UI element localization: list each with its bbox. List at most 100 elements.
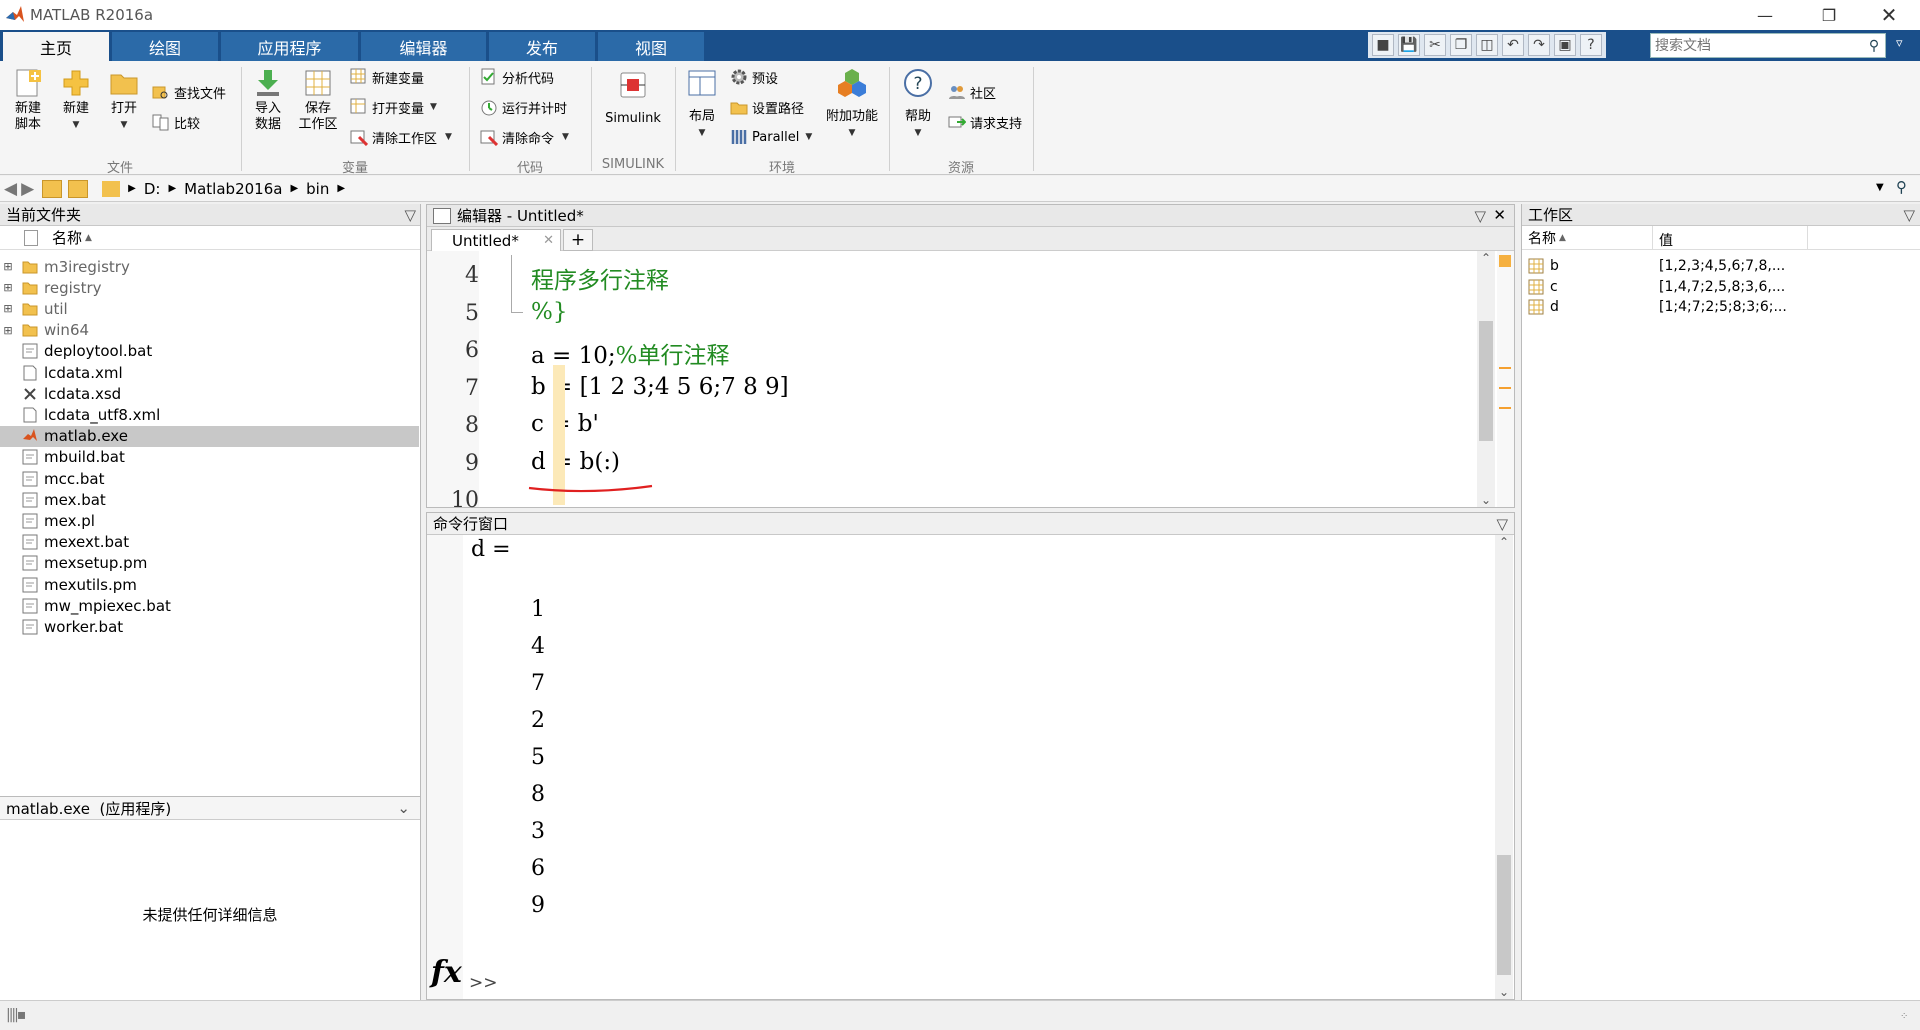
expand-plus-icon[interactable]: ⊞: [0, 281, 16, 294]
scroll-thumb[interactable]: [1479, 321, 1493, 441]
compare-button[interactable]: 比较: [152, 111, 200, 133]
file-list-item[interactable]: deploytool.bat: [0, 341, 419, 362]
scroll-down-icon[interactable]: ⌄: [1495, 985, 1513, 999]
new-button[interactable]: 新建 ▼: [56, 67, 96, 133]
scroll-thumb[interactable]: [1497, 855, 1511, 975]
path-drive[interactable]: D:: [144, 180, 161, 198]
chevron-down-icon[interactable]: ⌄: [397, 799, 410, 817]
close-editor-icon[interactable]: ✕: [1493, 206, 1506, 224]
restore-button[interactable]: ❐: [1806, 0, 1852, 30]
function-browser-icon[interactable]: fx: [431, 955, 462, 990]
save-icon[interactable]: 💾: [1398, 34, 1420, 56]
editor-tab-untitled[interactable]: Untitled* ✕: [431, 229, 561, 251]
file-list-item[interactable]: ⊞ m3iregistry: [0, 256, 419, 277]
dropdown-arrow-icon[interactable]: ▼: [445, 132, 452, 142]
clear-commands-button[interactable]: 清除命令 ▼: [480, 126, 569, 148]
request-support-button[interactable]: 请求支持: [948, 111, 1022, 133]
redo-icon[interactable]: ↷: [1528, 34, 1550, 56]
warning-mark[interactable]: [1499, 387, 1511, 389]
expand-plus-icon[interactable]: ⊞: [0, 260, 16, 273]
search-icon[interactable]: ⚲: [1863, 38, 1885, 54]
tab-editor[interactable]: 编辑器: [361, 32, 486, 61]
add-ons-button[interactable]: 附加功能 ▼: [820, 67, 884, 141]
switch-windows-icon[interactable]: ▣: [1554, 34, 1576, 56]
analyze-code-button[interactable]: 分析代码: [480, 66, 554, 88]
editor-scrollbar[interactable]: ⌃ ⌄: [1477, 251, 1495, 507]
layout-button[interactable]: 布局 ▼: [682, 67, 722, 141]
expand-icon[interactable]: ▿: [1896, 36, 1903, 51]
paste-icon[interactable]: ◫: [1476, 34, 1498, 56]
parallel-button[interactable]: Parallel ▼: [730, 126, 812, 148]
dropdown-arrow-icon[interactable]: ▼: [805, 132, 812, 142]
code-line[interactable]: 程序多行注释: [531, 261, 669, 295]
file-list-item[interactable]: ⊞ win64: [0, 320, 419, 341]
save-workspace-button[interactable]: 保存 工作区: [296, 67, 340, 133]
open-button[interactable]: 打开 ▼: [104, 67, 144, 133]
dropdown-arrow-icon[interactable]: ▼: [430, 102, 437, 112]
workspace-variable-row[interactable]: b [1,2,3;4,5,6;7,8,...: [1522, 256, 1920, 276]
tab-publish[interactable]: 发布: [489, 32, 595, 61]
panel-menu-icon[interactable]: ▽: [1474, 207, 1486, 225]
file-list-item[interactable]: matlab.exe: [0, 425, 419, 447]
browse-folder-icon[interactable]: [68, 179, 89, 198]
file-list-item[interactable]: mexext.bat: [0, 532, 419, 553]
file-list-item[interactable]: worker.bat: [0, 616, 419, 637]
file-list-item[interactable]: lcdata_utf8.xml: [0, 404, 419, 425]
code-line[interactable]: b = [1 2 3;4 5 6;7 8 9]: [531, 374, 789, 400]
file-list-item[interactable]: mbuild.bat: [0, 447, 419, 468]
search-path-icon[interactable]: ■: [1372, 34, 1394, 56]
copy-icon[interactable]: ❐: [1450, 34, 1472, 56]
up-folder-icon[interactable]: [42, 179, 63, 198]
new-tab-button[interactable]: +: [563, 229, 593, 251]
cut-icon[interactable]: ✂: [1424, 34, 1446, 56]
workspace-variable-row[interactable]: c [1,4,7;2,5,8;3,6,...: [1522, 277, 1920, 297]
file-list-item[interactable]: ⊞ registry: [0, 277, 419, 298]
column-name-header[interactable]: 名称: [52, 227, 82, 248]
workspace-variable-row[interactable]: d [1;4;7;2;5;8;3;6;...: [1522, 297, 1920, 317]
file-list-item[interactable]: mw_mpiexec.bat: [0, 595, 419, 616]
resize-grip-icon[interactable]: ⁘: [1900, 1011, 1908, 1022]
run-and-time-button[interactable]: 运行并计时: [480, 96, 567, 118]
scroll-down-icon[interactable]: ⌄: [1477, 493, 1495, 507]
new-script-button[interactable]: 新建 脚本: [8, 67, 48, 133]
address-search-icon[interactable]: ⚲: [1896, 178, 1907, 196]
warning-mark[interactable]: [1499, 407, 1511, 409]
code-line[interactable]: %}: [531, 299, 568, 325]
file-list-item[interactable]: ⊞ util: [0, 298, 419, 319]
new-variable-button[interactable]: 新建变量: [350, 66, 424, 88]
preferences-button[interactable]: 预设: [730, 66, 778, 88]
close-window-button[interactable]: ✕: [1866, 0, 1912, 30]
community-button[interactable]: 社区: [948, 81, 996, 103]
close-tab-icon[interactable]: ✕: [543, 233, 554, 248]
tab-plots[interactable]: 绘图: [112, 32, 218, 61]
ws-col-name[interactable]: 名称: [1528, 228, 1556, 248]
file-list-item[interactable]: mexsetup.pm: [0, 553, 419, 574]
panel-menu-icon[interactable]: ▽: [404, 206, 416, 224]
file-list-item[interactable]: mcc.bat: [0, 468, 419, 489]
address-dropdown-icon[interactable]: ▼: [1876, 182, 1884, 193]
file-list-item[interactable]: mexutils.pm: [0, 574, 419, 595]
minimize-button[interactable]: —: [1742, 0, 1788, 30]
command-prompt[interactable]: >>: [469, 973, 498, 993]
ws-col-value[interactable]: 值: [1659, 230, 1673, 250]
file-list-item[interactable]: lcdata.xml: [0, 362, 419, 383]
file-list-item[interactable]: mex.pl: [0, 510, 419, 531]
expand-plus-icon[interactable]: ⊞: [0, 324, 16, 337]
dropdown-arrow-icon[interactable]: ▼: [562, 132, 569, 142]
tab-home[interactable]: 主页: [3, 32, 109, 61]
import-data-button[interactable]: 导入 数据: [248, 67, 288, 133]
simulink-button[interactable]: Simulink: [600, 69, 666, 127]
path-folder-bin[interactable]: bin: [306, 180, 329, 198]
panel-menu-icon[interactable]: ▽: [1903, 206, 1915, 224]
undo-icon[interactable]: ↶: [1502, 34, 1524, 56]
back-icon[interactable]: ◀: [4, 179, 17, 199]
scroll-up-icon[interactable]: ⌃: [1495, 535, 1513, 549]
open-variable-button[interactable]: 打开变量 ▼: [350, 96, 437, 118]
expand-plus-icon[interactable]: ⊞: [0, 302, 16, 315]
scroll-up-icon[interactable]: ⌃: [1477, 251, 1495, 265]
warning-mark[interactable]: [1499, 367, 1511, 369]
file-list-item[interactable]: lcdata.xsd: [0, 383, 419, 404]
tab-apps[interactable]: 应用程序: [221, 32, 358, 61]
file-list-item[interactable]: mex.bat: [0, 489, 419, 510]
search-docs-input[interactable]: [1651, 34, 1863, 57]
